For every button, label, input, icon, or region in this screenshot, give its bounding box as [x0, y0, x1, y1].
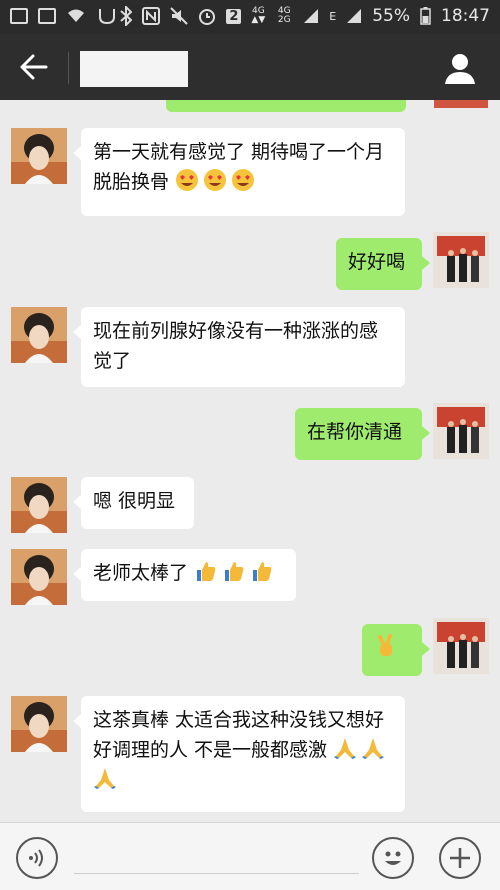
heart-eyes-emoji — [175, 169, 203, 193]
contact-profile-icon[interactable] — [442, 50, 478, 86]
message-bubble-incoming[interactable]: 这茶真棒 太适合我这种没钱又想好好调理的人 不是一般都感激 — [73, 696, 405, 812]
contact-avatar[interactable] — [11, 128, 67, 184]
message-bubble-incoming[interactable]: 嗯 很明显 — [73, 477, 194, 529]
contact-avatar[interactable] — [11, 549, 67, 605]
nfc-icon — [142, 7, 161, 25]
image-icon — [38, 8, 56, 24]
message-list[interactable]: 第一天就有感觉了 期待喝了一个月 脱胎换骨 好好喝 现在前列腺好像没有一种涨涨的… — [0, 100, 500, 822]
galaxy-icon — [99, 9, 115, 25]
battery-icon — [420, 7, 431, 25]
praying-hands-emoji — [361, 738, 389, 761]
contact-avatar[interactable] — [11, 477, 67, 533]
heart-eyes-emoji — [231, 169, 259, 193]
battery-text: 55% — [372, 6, 410, 26]
my-avatar[interactable] — [433, 403, 489, 459]
message-input[interactable] — [74, 873, 359, 874]
voice-input-button[interactable] — [16, 837, 58, 879]
sim-badge: 2 — [226, 8, 242, 24]
signal-icon-2 — [347, 9, 362, 23]
plus-icon — [450, 848, 470, 868]
status-bar: 2 4G ▲▼ 4G 2G E 55% 18:47 — [0, 0, 500, 34]
smiley-icon — [385, 851, 401, 865]
victory-hand-emoji — [374, 634, 402, 659]
cut-off-avatar — [434, 100, 488, 108]
my-avatar[interactable] — [433, 618, 489, 674]
praying-hands-emoji — [93, 768, 121, 791]
back-arrow-icon[interactable] — [14, 52, 54, 82]
emoji-button[interactable] — [372, 837, 414, 879]
message-bubble-incoming[interactable]: 第一天就有感觉了 期待喝了一个月 脱胎换骨 — [73, 128, 405, 216]
thumbs-up-emoji — [250, 562, 278, 584]
contact-avatar[interactable] — [11, 696, 67, 752]
cut-off-outgoing-bubble — [166, 100, 406, 112]
clock: 18:47 — [441, 6, 490, 26]
contact-name — [80, 51, 188, 87]
message-bubble-incoming[interactable]: 现在前列腺好像没有一种涨涨的感觉了 — [73, 307, 405, 387]
signal-icon — [304, 9, 319, 23]
contact-avatar[interactable] — [11, 307, 67, 363]
mute-icon — [170, 7, 189, 25]
message-icon — [10, 8, 28, 24]
more-options-button[interactable] — [439, 837, 481, 879]
input-bar — [0, 822, 500, 890]
message-text: 在帮你清通 — [307, 421, 403, 443]
chat-header — [0, 34, 500, 100]
voice-icon — [29, 849, 43, 867]
my-avatar[interactable] — [433, 232, 489, 288]
message-bubble-outgoing[interactable]: 在帮你清通 — [295, 408, 430, 460]
message-bubble-incoming[interactable]: 老师太棒了 — [73, 549, 296, 601]
message-text: 好好喝 — [348, 251, 406, 273]
message-bubble-outgoing[interactable]: 好好喝 — [336, 238, 430, 290]
message-bubble-outgoing[interactable] — [362, 624, 430, 676]
network-type-1: 4G ▲▼ — [251, 6, 266, 25]
message-text: 老师太棒了 — [93, 562, 189, 584]
alarm-icon — [199, 9, 216, 25]
thumbs-up-emoji — [194, 562, 222, 584]
heart-eyes-emoji — [203, 169, 231, 193]
message-text: 现在前列腺好像没有一种涨涨的感觉了 — [93, 320, 379, 372]
data-indicator: E — [329, 9, 337, 23]
message-text: 嗯 很明显 — [93, 490, 176, 512]
bluetooth-icon — [120, 6, 133, 26]
thumbs-up-emoji — [222, 562, 250, 584]
praying-hands-emoji — [333, 738, 361, 761]
network-type-2: 4G 2G — [277, 6, 291, 25]
header-divider — [68, 52, 69, 84]
wifi-icon — [68, 9, 84, 22]
